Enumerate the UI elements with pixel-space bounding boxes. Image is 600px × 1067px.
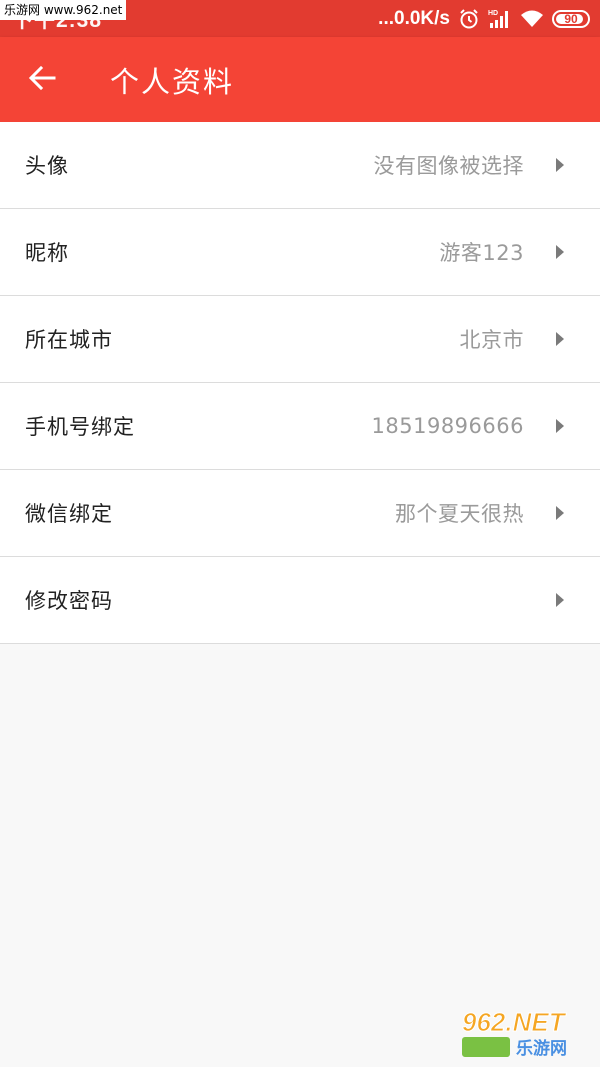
site-watermark: 乐游网 www.962.net — [0, 0, 127, 20]
hd-signal-icon: HD — [488, 8, 512, 30]
app-toolbar: 个人资料 — [0, 37, 600, 122]
row-label: 所在城市 — [25, 328, 113, 352]
battery-icon: 90 — [552, 9, 590, 28]
page-title: 个人资料 — [110, 64, 235, 99]
row-value: 游客123 — [439, 241, 524, 265]
row-avatar[interactable]: 头像 没有图像被选择 — [0, 122, 600, 209]
chevron-right-icon — [556, 593, 564, 607]
row-label: 手机号绑定 — [25, 415, 135, 439]
row-city[interactable]: 所在城市 北京市 — [0, 296, 600, 383]
row-value: 那个夏天很热 — [395, 502, 524, 526]
status-indicators: ...0.0K/s HD 90 — [378, 8, 590, 30]
row-label: 修改密码 — [25, 589, 113, 613]
logo-sub: 乐游网 — [516, 1038, 567, 1059]
row-wechat-binding[interactable]: 微信绑定 那个夏天很热 — [0, 470, 600, 557]
network-speed: ...0.0K/s — [378, 7, 450, 29]
row-label: 昵称 — [25, 241, 69, 265]
row-phone-binding[interactable]: 手机号绑定 18519896666 — [0, 383, 600, 470]
profile-settings-list: 头像 没有图像被选择 昵称 游客123 所在城市 北京市 手机号绑定 18519… — [0, 122, 600, 644]
chevron-right-icon — [556, 419, 564, 433]
alarm-icon — [458, 8, 480, 30]
chevron-right-icon — [556, 332, 564, 346]
back-button[interactable] — [0, 37, 84, 122]
chevron-right-icon — [556, 506, 564, 520]
chevron-right-icon — [556, 158, 564, 172]
site-logo-watermark: 962.NET 乐游网 — [460, 1003, 594, 1061]
row-value: 北京市 — [459, 328, 524, 352]
wifi-icon — [520, 9, 544, 29]
row-value: 18519896666 — [371, 414, 524, 438]
svg-text:HD: HD — [488, 10, 498, 17]
arrow-left-icon — [28, 64, 56, 96]
row-label: 微信绑定 — [25, 502, 113, 526]
battery-level: 90 — [564, 11, 578, 26]
row-label: 头像 — [25, 154, 69, 178]
row-value: 没有图像被选择 — [373, 154, 524, 178]
logo-main: 962.NET — [462, 1007, 567, 1037]
chevron-right-icon — [556, 245, 564, 259]
row-change-password[interactable]: 修改密码 — [0, 557, 600, 644]
row-nickname[interactable]: 昵称 游客123 — [0, 209, 600, 296]
